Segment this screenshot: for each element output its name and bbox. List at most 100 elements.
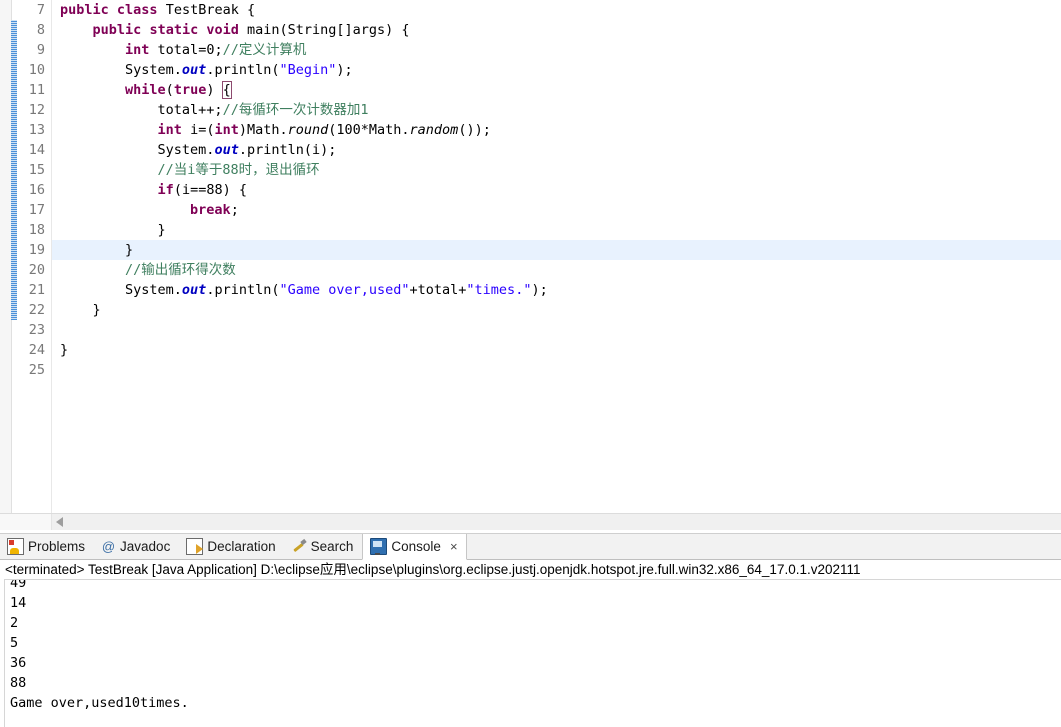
line-number-row[interactable]: 18 [17,220,51,240]
tab-label: Declaration [207,539,276,554]
line-number-row[interactable]: 19 [17,240,51,260]
code-token: ; [230,202,239,218]
code-line[interactable]: System.out.println("Game over,used"+tota… [52,280,1061,300]
code-line[interactable]: System.out.println("Begin"); [52,60,1061,80]
code-token: round [287,122,329,138]
code-line[interactable]: //当i等于88时，退出循环 [52,160,1061,180]
line-number: 20 [28,262,45,278]
line-number: 17 [28,202,45,218]
scroll-left-arrow-icon[interactable] [56,517,63,527]
code-token: break [190,202,231,218]
editor-line-number-ruler[interactable]: 7 8 9 10 11 12 13 14 15 16 17 18 19 20 21 22 23 24 25 [17,0,63,513]
code-line[interactable]: } [52,220,1061,240]
javadoc-icon: @ [101,539,116,554]
code-line[interactable]: break; [52,200,1061,220]
eclipse-ide-window: 7 8 9 10 11 12 13 14 15 16 17 18 19 20 21 22 23 24 25 publ… [0,0,1061,727]
code-token: total=0; [149,42,223,58]
code-token: ); [531,282,548,298]
code-token: out [181,62,207,78]
tab-console[interactable]: Console × [362,534,467,560]
code-token: .println( [206,62,280,78]
code-line[interactable]: if(i==88) { [52,180,1061,200]
line-number: 22 [28,302,45,318]
code-token: .println(i); [238,142,337,158]
line-number-row[interactable]: 13 [17,120,51,140]
code-line[interactable]: } [52,340,1061,360]
line-number-row[interactable]: 12 [17,100,51,120]
line-number-row[interactable]: 7 [17,0,51,20]
line-number-row[interactable]: 10 [17,60,51,80]
code-line[interactable]: } [52,240,1061,260]
line-number-row[interactable]: 11 [17,80,51,100]
code-line[interactable]: total++;//每循环一次计数器加1 [52,100,1061,120]
line-number: 13 [28,122,45,138]
tab-javadoc[interactable]: @ Javadoc [94,534,179,559]
code-token: +total+ [409,282,467,298]
code-line[interactable] [52,320,1061,340]
declaration-icon [186,538,204,555]
line-number-row[interactable]: 21 [17,280,51,300]
line-number: 9 [36,42,45,58]
line-number-row[interactable]: 15 [17,160,51,180]
line-number-row[interactable]: 24 [17,340,51,360]
code-line[interactable] [52,360,1061,380]
code-token: random [409,122,459,138]
code-token: )Math. [238,122,288,138]
code-token: System. [60,282,182,298]
editor-horizontal-scrollbar[interactable] [0,513,1061,530]
code-line[interactable]: while(true) { [52,80,1061,100]
code-token: ); [336,62,353,78]
code-line[interactable]: } [52,300,1061,320]
code-line[interactable]: public static void main(String[]args) { [52,20,1061,40]
line-number-row[interactable]: 20 [17,260,51,280]
line-number-row[interactable]: 25 [17,360,51,380]
problems-icon [7,538,24,555]
line-number-row[interactable]: 14 [17,140,51,160]
tab-search[interactable]: Search [285,534,363,559]
code-line[interactable]: int i=(int)Math.round(100*Math.random())… [52,120,1061,140]
tab-label: Javadoc [120,539,171,554]
line-number-row[interactable]: 16 [17,180,51,200]
code-line[interactable]: System.out.println(i); [52,140,1061,160]
line-number: 24 [28,342,45,358]
code-token: public [60,2,109,18]
code-token: ()); [458,122,491,138]
code-line[interactable]: int total=0;//定义计算机 [52,40,1061,60]
code-token: ) [206,82,223,98]
code-line[interactable]: public class TestBreak { [52,0,1061,20]
java-editor[interactable]: 7 8 9 10 11 12 13 14 15 16 17 18 19 20 21 22 23 24 25 publ… [0,0,1061,513]
code-token: } [60,342,69,358]
editor-code-area[interactable]: public class TestBreak { public static v… [51,0,1061,513]
code-token: int [157,122,182,138]
console-line: 5 [10,635,19,651]
console-line: 88 [10,675,27,691]
code-token: (100*Math. [328,122,410,138]
close-icon[interactable]: × [450,540,458,553]
line-number-row[interactable]: 9 [17,40,51,60]
line-number: 25 [28,362,45,378]
view-tab-bar[interactable]: Problems @ Javadoc Declaration Search Console… [0,533,1061,560]
line-number-row[interactable]: 23 [17,320,51,340]
console-line: 36 [10,655,27,671]
code-token: } [60,242,134,258]
line-number: 23 [28,322,45,338]
code-token: (i==88) { [173,182,247,198]
line-number: 21 [28,282,45,298]
code-token: out [214,142,239,158]
line-number-row[interactable]: 22 [17,300,51,320]
console-output[interactable]: 49 14 2 5 36 88 Game over,used10times. [4,579,1061,727]
code-token: "Game over,used" [279,282,410,298]
tab-declaration[interactable]: Declaration [179,534,284,559]
line-number-row[interactable]: 8 [17,20,63,40]
code-token: { [221,81,232,99]
code-line[interactable]: //输出循环得次数 [52,260,1061,280]
code-token: class [116,2,158,18]
line-number-row[interactable]: 17 [17,200,51,220]
tab-problems[interactable]: Problems [0,534,94,559]
console-line: 49 [10,579,27,591]
